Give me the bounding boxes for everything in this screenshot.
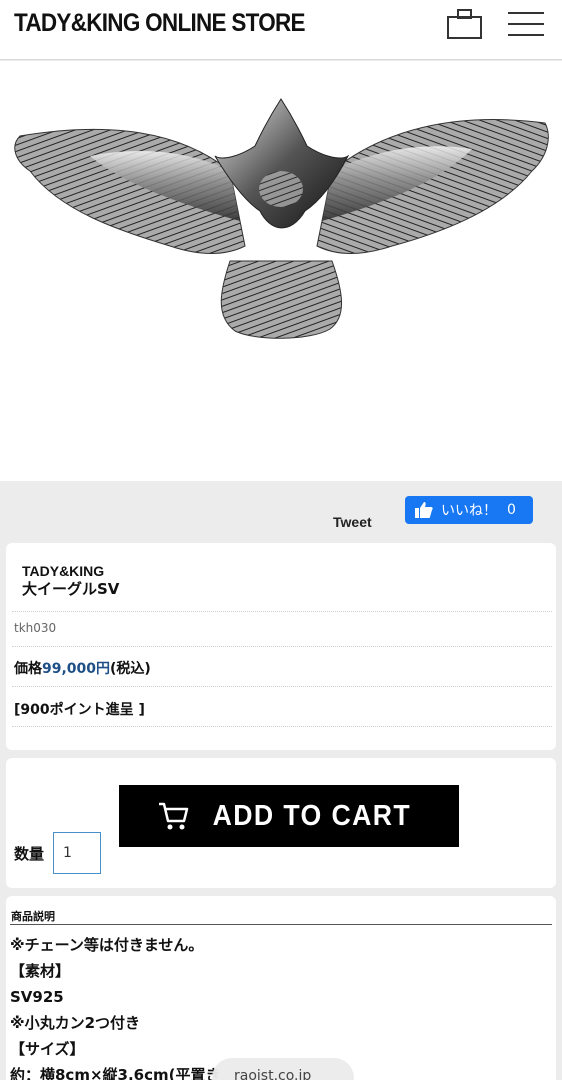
quantity-label: 数量 [14,845,45,863]
divider [12,646,552,647]
shopping-bag-icon[interactable] [446,8,484,40]
divider [12,686,552,687]
product-brand: TADY&KING [22,563,105,579]
hamburger-menu-icon[interactable] [508,10,546,38]
url-overlay: raoist.co.jp [212,1058,354,1080]
thumbs-up-icon [415,502,433,518]
product-sku: tkh030 [14,621,57,635]
divider [10,924,552,925]
quantity-input[interactable] [53,832,101,874]
description-heading: 商品説明 [11,910,55,923]
price-suffix: (税込) [110,661,151,677]
facebook-like-button[interactable]: いいね！ 0 [405,496,533,524]
eagle-pendant-image [14,98,549,339]
add-to-cart-label: ADD TO CART [212,799,412,832]
cart-card: ADD TO CART 数量 [6,758,556,888]
description-line: ※チェーン等は付きません。 [10,936,204,954]
tweet-button[interactable]: Tweet [333,514,372,530]
store-title[interactable]: TADY&KING ONLINE STORE [14,8,306,38]
add-to-cart-button[interactable]: ADD TO CART [119,785,459,847]
product-points: [900ポイント進呈 ] [14,702,145,718]
like-label: いいね！ [441,503,497,519]
like-count: 0 [507,502,516,518]
divider [12,726,552,727]
description-line: 【素材】 [10,962,71,980]
description-line: ※小丸カン2つ付き [10,1014,141,1032]
divider [12,611,552,612]
product-name: 大イーグルSV [22,580,120,598]
product-info-card: TADY&KING 大イーグルSV tkh030 価格99,000円(税込) [… [6,543,556,750]
cart-icon [159,802,189,830]
description-body: ※チェーン等は付きません。 【素材】 SV925 ※小丸カン2つ付き 【サイズ】約：横8… [10,932,220,1080]
price-prefix: 価格 [14,661,42,677]
description-card: 商品説明 ※チェーン等は付きません。 【素材】 SV925 ※小丸カン2つ付き 【サイズ… [6,896,556,1080]
description-line: SV925 [10,988,64,1006]
site-header: TADY&KING ONLINE STORE [0,0,562,60]
product-image [0,61,562,481]
product-price: 価格99,000円(税込) [14,658,151,678]
description-line: 約：横8cm×縦3.6cm(平置き [10,1066,221,1080]
description-line: 【サイズ】 [10,1040,85,1058]
price-amount: 99,000円 [42,661,111,677]
